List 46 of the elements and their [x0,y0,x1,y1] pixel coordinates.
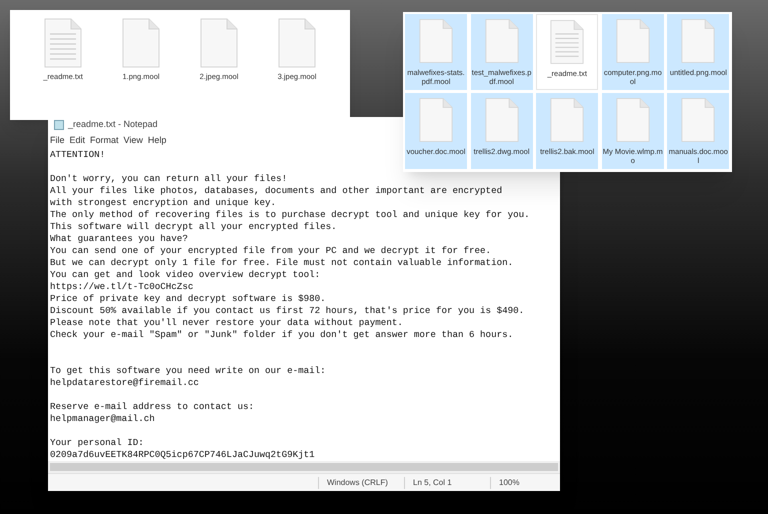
blank-file-icon [616,18,650,64]
blank-file-icon [550,97,584,143]
blank-file-icon [122,18,160,68]
blank-file-icon [484,18,519,64]
menu-item[interactable]: View [124,134,143,148]
document-text-line: The only method of recovering files is to purchase decrypt tool and unique key for you. [50,209,530,221]
blank-file-icon [681,18,716,64]
menu-item[interactable]: File [50,134,65,148]
document-text-line: helpdatarestore@firemail.cc [50,377,199,389]
document-text-line: 0209a7d6uvEETK84RPC0Q5icp67CP746LJaCJuwq2tG9Kjt1 [50,449,315,461]
notepad-icon [54,120,64,130]
blank-file-icon [278,18,316,68]
document-text-line: You can send one of your encrypted file from your PC and we decrypt it for free. [50,245,492,257]
document-text-line: All your files like photos, databases, documents and other important are encrypted [50,185,502,197]
menu-item[interactable]: Help [148,134,166,148]
document-text-line: with strongest encryption and unique key. [50,197,276,209]
blank-file-icon [484,97,519,143]
document-text-line: Don't worry, you can return all your files! [50,173,288,185]
document-text-line: https://we.tl/t-Tc0oCHcZsc [50,281,194,293]
document-text-line: This software will decrypt all your encrypted files. [50,221,337,233]
menu-item[interactable]: Edit [70,134,86,148]
status-bar-item: Windows (CRLF) [318,476,404,488]
blank-file-icon [681,97,716,143]
menu-item[interactable]: Format [90,134,119,148]
document-text-line: Discount 50% available if you contact us first 72 hours, that's price for you is $490. [50,305,524,317]
blank-file-icon [419,97,453,143]
document-text-line: What guarantees you have? [50,233,188,245]
document-text-line: Reserve e-mail address to contact us: [50,401,254,413]
document-text-line: You can get and look video overview decrypt tool: [50,269,320,281]
document-text-line: Please note that you'll never restore your data without payment. [50,317,403,329]
horizontal-scrollbar[interactable] [48,461,560,473]
blank-file-icon [616,97,650,143]
document-text-line: To get this software you need write on our e-mail: [50,365,326,377]
blank-file-icon [200,18,238,68]
document-text-line: Check your e-mail "Spam" or "Junk" folder if you don't get answer more than 6 hours. [50,329,514,341]
text-document-icon [550,19,584,65]
document-text-line: Your personal ID: [50,437,144,449]
document-text-line: ATTENTION! [50,149,106,161]
window-title: _readme.txt - Notepad [68,118,158,132]
blank-file-icon [419,18,453,64]
status-bar-item: 100% [490,476,560,488]
document-text-line: But we can decrypt only 1 file for free. File must not contain valuable information. [50,257,514,269]
document-text-line: Price of private key and decrypt software is $980. [50,293,326,305]
document-text-line: helpmanager@mail.ch [50,413,155,425]
text-document-icon [44,18,82,68]
status-bar-item: Ln 5, Col 1 [404,476,490,488]
